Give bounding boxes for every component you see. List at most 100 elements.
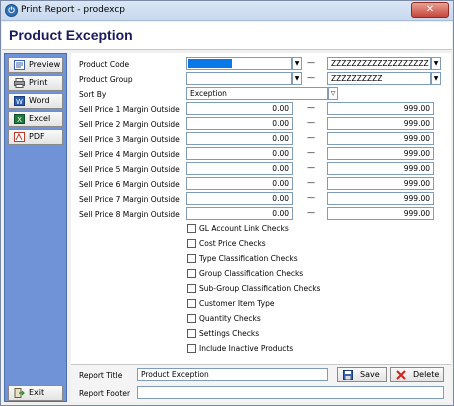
- customer-item-type-checkbox[interactable]: Customer Item Type: [187, 299, 275, 309]
- margin-1-from-field[interactable]: 0.00: [186, 102, 293, 115]
- pdf-button[interactable]: PDF: [8, 129, 63, 145]
- checkbox-label: Group Classification Checks: [199, 269, 304, 278]
- margin-8-from-field[interactable]: 0.00: [186, 207, 293, 220]
- product-group-from-dropdown[interactable]: ▼: [292, 72, 302, 85]
- range-separator: —: [307, 193, 315, 202]
- checkbox-box[interactable]: [187, 299, 196, 308]
- margin-7-label: Sell Price 7 Margin Outside: [79, 195, 180, 204]
- checkbox-box[interactable]: [187, 224, 196, 233]
- margin-6-to-field[interactable]: 999.00: [327, 177, 434, 190]
- svg-text:X: X: [17, 116, 22, 124]
- print-button[interactable]: Print: [8, 75, 63, 91]
- range-separator: —: [307, 118, 315, 127]
- checkbox-label: Settings Checks: [199, 329, 260, 338]
- svg-text:W: W: [16, 98, 23, 106]
- sidebar: Preview Print W Word X Excel PDF Exit: [4, 53, 67, 402]
- printer-icon: [14, 78, 25, 88]
- checkbox-label: Quantity Checks: [199, 314, 261, 323]
- word-button[interactable]: W Word: [8, 93, 63, 109]
- report-header: Product Exception: [2, 22, 452, 50]
- preview-button[interactable]: Preview: [8, 57, 63, 73]
- sort-by-dropdown[interactable]: ▽: [328, 87, 338, 100]
- sort-by-select[interactable]: Exception: [186, 87, 328, 100]
- margin-2-from-field[interactable]: 0.00: [186, 117, 293, 130]
- preview-label: Preview: [29, 60, 61, 69]
- range-separator: —: [307, 58, 315, 67]
- margin-5-to-field[interactable]: 999.00: [327, 162, 434, 175]
- margin-6-from-field[interactable]: 0.00: [186, 177, 293, 190]
- checkbox-box[interactable]: [187, 329, 196, 338]
- margin-8-to-field[interactable]: 999.00: [327, 207, 434, 220]
- margin-4-to-field[interactable]: 999.00: [327, 147, 434, 160]
- exit-label: Exit: [29, 388, 45, 397]
- margin-3-label: Sell Price 3 Margin Outside: [79, 135, 180, 144]
- checkbox-box[interactable]: [187, 314, 196, 323]
- title-bar: ⏻ Print Report - prodexcp ✕: [1, 1, 453, 21]
- app-icon: ⏻: [5, 4, 18, 17]
- window-title: Print Report - prodexcp: [21, 5, 126, 15]
- quantity-checks-checkbox[interactable]: Quantity Checks: [187, 314, 261, 324]
- report-title-label: Report Title: [79, 371, 123, 380]
- preview-icon: [14, 60, 25, 70]
- margin-8-label: Sell Price 8 Margin Outside: [79, 210, 180, 219]
- checkbox-box[interactable]: [187, 344, 196, 353]
- margin-2-label: Sell Price 2 Margin Outside: [79, 120, 180, 129]
- print-report-window: ⏻ Print Report - prodexcp ✕ Product Exce…: [0, 0, 454, 406]
- excel-icon: X: [14, 114, 25, 124]
- sub-group-classification-checks-checkbox[interactable]: Sub-Group Classification Checks: [187, 284, 320, 294]
- margin-5-from-field[interactable]: 0.00: [186, 162, 293, 175]
- range-separator: —: [307, 103, 315, 112]
- settings-checks-checkbox[interactable]: Settings Checks: [187, 329, 259, 339]
- type-classification-checks-checkbox[interactable]: Type Classification Checks: [187, 254, 298, 264]
- excel-label: Excel: [29, 114, 51, 123]
- report-title-field[interactable]: Product Exception: [137, 368, 328, 381]
- margin-5-label: Sell Price 5 Margin Outside: [79, 165, 180, 174]
- checkbox-box[interactable]: [187, 254, 196, 263]
- margin-1-label: Sell Price 1 Margin Outside: [79, 105, 180, 114]
- product-code-label: Product Code: [79, 60, 130, 69]
- margin-7-from-field[interactable]: 0.00: [186, 192, 293, 205]
- product-code-from-dropdown[interactable]: ▼: [292, 57, 302, 70]
- delete-label: Delete: [413, 370, 440, 379]
- margin-2-to-field[interactable]: 999.00: [327, 117, 434, 130]
- close-button[interactable]: ✕: [411, 2, 449, 18]
- product-group-to-dropdown[interactable]: ▼: [431, 72, 441, 85]
- text-selection-highlight: [188, 59, 232, 68]
- checkbox-label: Type Classification Checks: [199, 254, 298, 263]
- margin-4-from-field[interactable]: 0.00: [186, 147, 293, 160]
- checkbox-label: Cost Price Checks: [199, 239, 266, 248]
- product-code-to-field[interactable]: ZZZZZZZZZZZZZZZZZZZ: [327, 57, 431, 70]
- print-label: Print: [29, 78, 48, 87]
- cost-price-checks-checkbox[interactable]: Cost Price Checks: [187, 239, 266, 249]
- checkbox-label: GL Account Link Checks: [199, 224, 289, 233]
- checkbox-box[interactable]: [187, 269, 196, 278]
- exit-button[interactable]: Exit: [8, 385, 63, 401]
- checkbox-box[interactable]: [187, 239, 196, 248]
- group-classification-checks-checkbox[interactable]: Group Classification Checks: [187, 269, 303, 279]
- product-group-label: Product Group: [79, 75, 133, 84]
- word-icon: W: [14, 96, 25, 106]
- checkbox-box[interactable]: [187, 284, 196, 293]
- report-footer-panel: Report Title Product Exception Save Dele…: [71, 364, 451, 402]
- save-label: Save: [360, 370, 380, 379]
- margin-3-to-field[interactable]: 999.00: [327, 132, 434, 145]
- delete-icon: [396, 370, 406, 380]
- margin-7-to-field[interactable]: 999.00: [327, 192, 434, 205]
- include-inactive-products-checkbox[interactable]: Include Inactive Products: [187, 344, 293, 354]
- gl-account-link-checks-checkbox[interactable]: GL Account Link Checks: [187, 224, 289, 234]
- excel-button[interactable]: X Excel: [8, 111, 63, 127]
- margin-3-from-field[interactable]: 0.00: [186, 132, 293, 145]
- product-code-to-dropdown[interactable]: ▼: [431, 57, 441, 70]
- product-group-to-field[interactable]: ZZZZZZZZZZ: [327, 72, 431, 85]
- range-separator: —: [307, 163, 315, 172]
- report-footer-field[interactable]: [137, 386, 444, 399]
- report-footer-label: Report Footer: [79, 389, 131, 398]
- product-group-from-field[interactable]: [186, 72, 292, 85]
- pdf-label: PDF: [29, 132, 45, 141]
- save-button[interactable]: Save: [337, 367, 387, 382]
- checkbox-label: Customer Item Type: [199, 299, 275, 308]
- delete-button[interactable]: Delete: [390, 367, 444, 382]
- margin-1-to-field[interactable]: 999.00: [327, 102, 434, 115]
- checkbox-label: Include Inactive Products: [199, 344, 294, 353]
- product-code-from-field[interactable]: [186, 57, 292, 70]
